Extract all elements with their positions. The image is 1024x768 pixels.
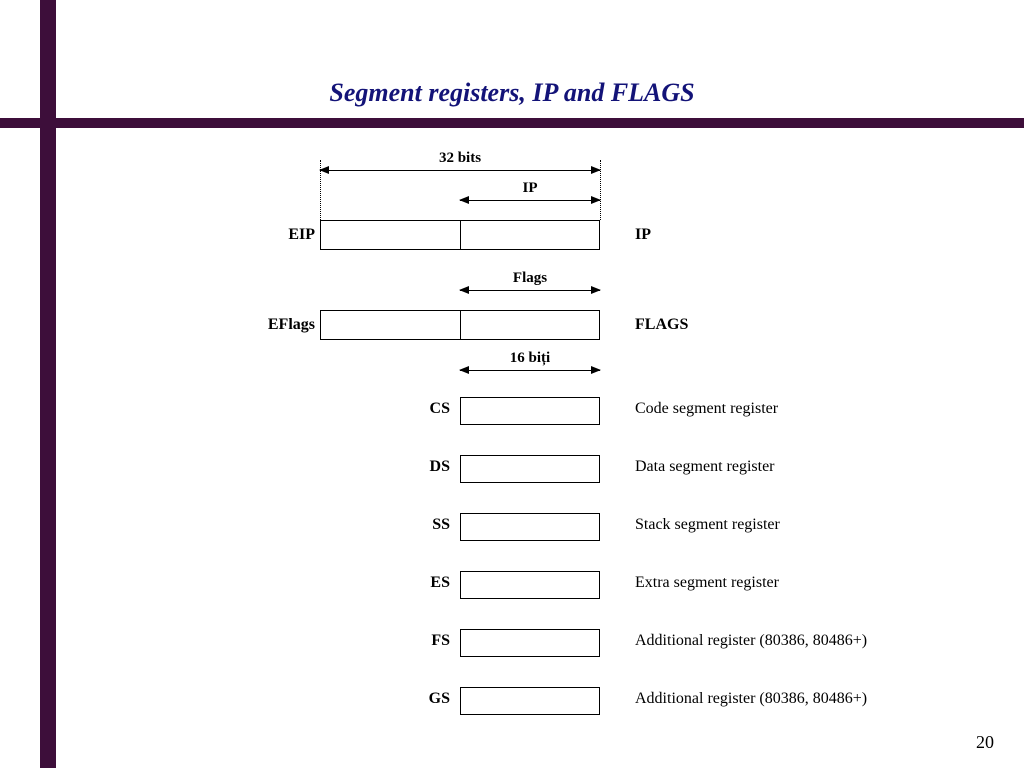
register-divider — [460, 221, 461, 249]
dimension-label: IP — [460, 180, 600, 197]
arrow-left-icon — [459, 366, 469, 374]
label-cs: CS — [400, 400, 450, 418]
register-diagram: 32 bits IP EIP IP Flags EFlags FLAGS 16 … — [0, 0, 1024, 768]
arrow-left-icon — [319, 166, 329, 174]
arrow-right-icon — [591, 366, 601, 374]
desc-gs: Additional register (80386, 80486+) — [635, 690, 995, 708]
label-gs: GS — [400, 690, 450, 708]
label-ds: DS — [400, 458, 450, 476]
dimension-label: 16 biți — [460, 350, 600, 367]
arrow-left-icon — [459, 196, 469, 204]
dimension-ip: IP — [460, 200, 600, 201]
desc-eflags: FLAGS — [635, 316, 995, 334]
label-ss: SS — [400, 516, 450, 534]
register-eflags — [320, 310, 600, 340]
page-number: 20 — [976, 732, 994, 753]
register-gs — [460, 687, 600, 715]
dimension-label: Flags — [460, 270, 600, 287]
label-eflags: EFlags — [260, 316, 315, 334]
label-eip: EIP — [260, 226, 315, 244]
arrow-right-icon — [591, 286, 601, 294]
register-ds — [460, 455, 600, 483]
arrow-right-icon — [591, 196, 601, 204]
register-ss — [460, 513, 600, 541]
desc-ss: Stack segment register — [635, 516, 995, 534]
register-eip — [320, 220, 600, 250]
register-cs — [460, 397, 600, 425]
dimension-32bits: 32 bits — [320, 170, 600, 171]
desc-cs: Code segment register — [635, 400, 995, 418]
dimension-flags: Flags — [460, 290, 600, 291]
label-fs: FS — [400, 632, 450, 650]
desc-ds: Data segment register — [635, 458, 995, 476]
arrow-right-icon — [591, 166, 601, 174]
dimension-label: 32 bits — [320, 150, 600, 167]
desc-es: Extra segment register — [635, 574, 995, 592]
label-es: ES — [400, 574, 450, 592]
register-divider — [460, 311, 461, 339]
register-fs — [460, 629, 600, 657]
arrow-left-icon — [459, 286, 469, 294]
dimension-16biti: 16 biți — [460, 370, 600, 371]
desc-fs: Additional register (80386, 80486+) — [635, 632, 995, 650]
desc-eip: IP — [635, 226, 995, 244]
register-es — [460, 571, 600, 599]
